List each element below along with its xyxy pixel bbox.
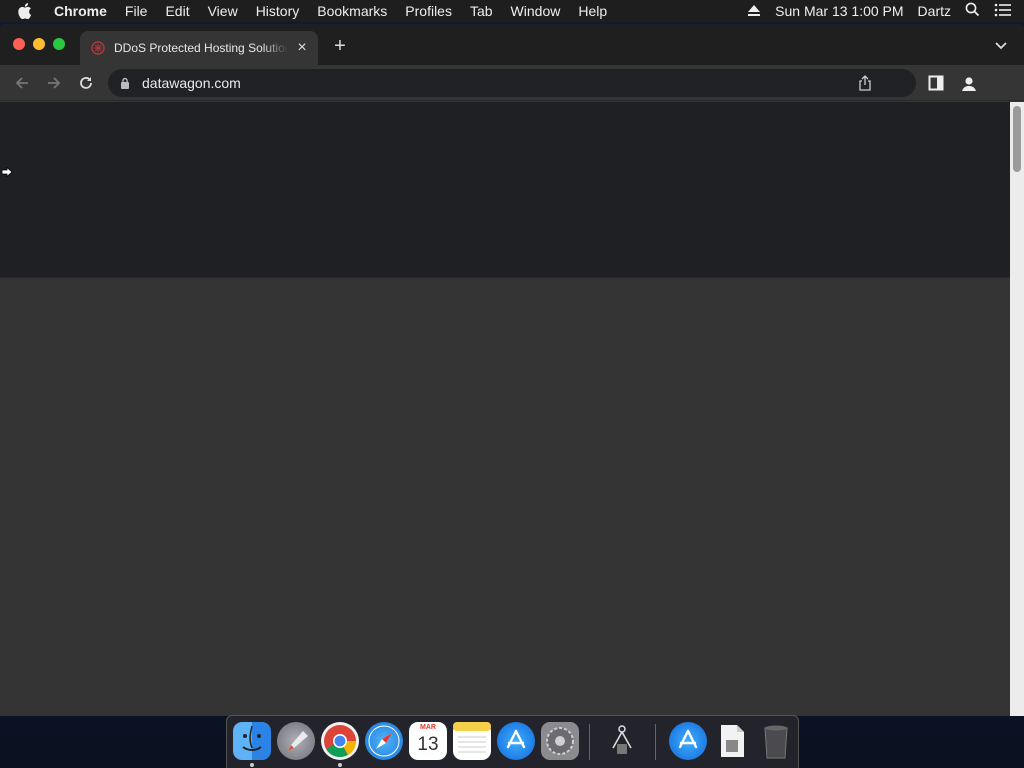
- dock-separator: [589, 724, 590, 760]
- spotlight-search-icon[interactable]: [965, 2, 980, 20]
- menu-history[interactable]: History: [256, 3, 300, 19]
- page-content: [0, 102, 1010, 716]
- eject-icon[interactable]: [747, 3, 761, 19]
- screen-sharing-icon[interactable]: [603, 722, 641, 760]
- trash-icon[interactable]: [757, 722, 795, 760]
- menu-help[interactable]: Help: [578, 3, 607, 19]
- menu-edit[interactable]: Edit: [165, 3, 189, 19]
- page-header-area: [0, 102, 1010, 278]
- tab-search-chevron-down-icon[interactable]: [994, 38, 1010, 52]
- forward-arrow-icon[interactable]: [44, 73, 64, 93]
- tab-title: DDoS Protected Hosting Solutions: [114, 41, 288, 55]
- menu-file[interactable]: File: [125, 3, 148, 19]
- new-tab-button[interactable]: +: [330, 36, 350, 57]
- side-panel-icon[interactable]: [928, 75, 946, 93]
- browser-toolbar: datawagon.com: [0, 65, 1024, 101]
- address-bar[interactable]: datawagon.com: [108, 69, 916, 97]
- menu-view[interactable]: View: [208, 3, 238, 19]
- apple-menu-icon[interactable]: [18, 3, 40, 19]
- control-center-icon[interactable]: [994, 3, 1012, 20]
- mouse-cursor-icon: [1, 164, 13, 178]
- tab-active[interactable]: DDoS Protected Hosting Solutions ×: [80, 31, 318, 65]
- scrollbar-thumb[interactable]: [1013, 106, 1021, 172]
- dock-separator: [655, 724, 656, 760]
- menu-tab[interactable]: Tab: [470, 3, 493, 19]
- share-icon[interactable]: [858, 75, 874, 91]
- window-close-button[interactable]: [13, 38, 25, 50]
- lock-icon[interactable]: [120, 76, 132, 90]
- menu-user[interactable]: Dartz: [918, 3, 951, 19]
- finder-icon[interactable]: [233, 722, 271, 760]
- back-arrow-icon[interactable]: [12, 73, 32, 93]
- menu-bar: Chrome File Edit View History Bookmarks …: [0, 0, 1024, 22]
- profile-avatar-icon[interactable]: [958, 73, 980, 95]
- tab-strip: DDoS Protected Hosting Solutions × +: [0, 24, 1024, 65]
- notes-icon[interactable]: [453, 722, 491, 760]
- app-store-icon[interactable]: [497, 722, 535, 760]
- safari-icon[interactable]: [365, 722, 403, 760]
- menu-profiles[interactable]: Profiles: [405, 3, 452, 19]
- browser-window: DDoS Protected Hosting Solutions × + dat…: [0, 24, 1024, 716]
- calendar-day: 13: [417, 734, 439, 755]
- reload-icon[interactable]: [76, 73, 96, 93]
- calendar-icon[interactable]: MAR 13: [409, 722, 447, 760]
- launchpad-icon[interactable]: [277, 722, 315, 760]
- menu-clock[interactable]: Sun Mar 13 1:00 PM: [775, 3, 903, 19]
- menu-bookmarks[interactable]: Bookmarks: [317, 3, 387, 19]
- chrome-running-indicator: [338, 763, 342, 767]
- url-text[interactable]: datawagon.com: [142, 75, 241, 91]
- page-scrollbar[interactable]: [1010, 102, 1024, 716]
- menu-app-name[interactable]: Chrome: [54, 3, 107, 19]
- finder-running-indicator: [250, 763, 254, 767]
- menu-window[interactable]: Window: [511, 3, 561, 19]
- site-favicon-icon: [90, 40, 106, 56]
- app-store-downloads-icon[interactable]: [669, 722, 707, 760]
- system-preferences-gear-icon[interactable]: [541, 722, 579, 760]
- dock: MAR 13: [226, 715, 799, 768]
- document-icon[interactable]: [713, 722, 751, 760]
- tab-close-icon[interactable]: ×: [294, 39, 310, 56]
- window-minimize-button[interactable]: [33, 38, 45, 50]
- chrome-icon[interactable]: [321, 722, 359, 760]
- window-zoom-button[interactable]: [53, 38, 65, 50]
- calendar-month: MAR: [420, 724, 436, 731]
